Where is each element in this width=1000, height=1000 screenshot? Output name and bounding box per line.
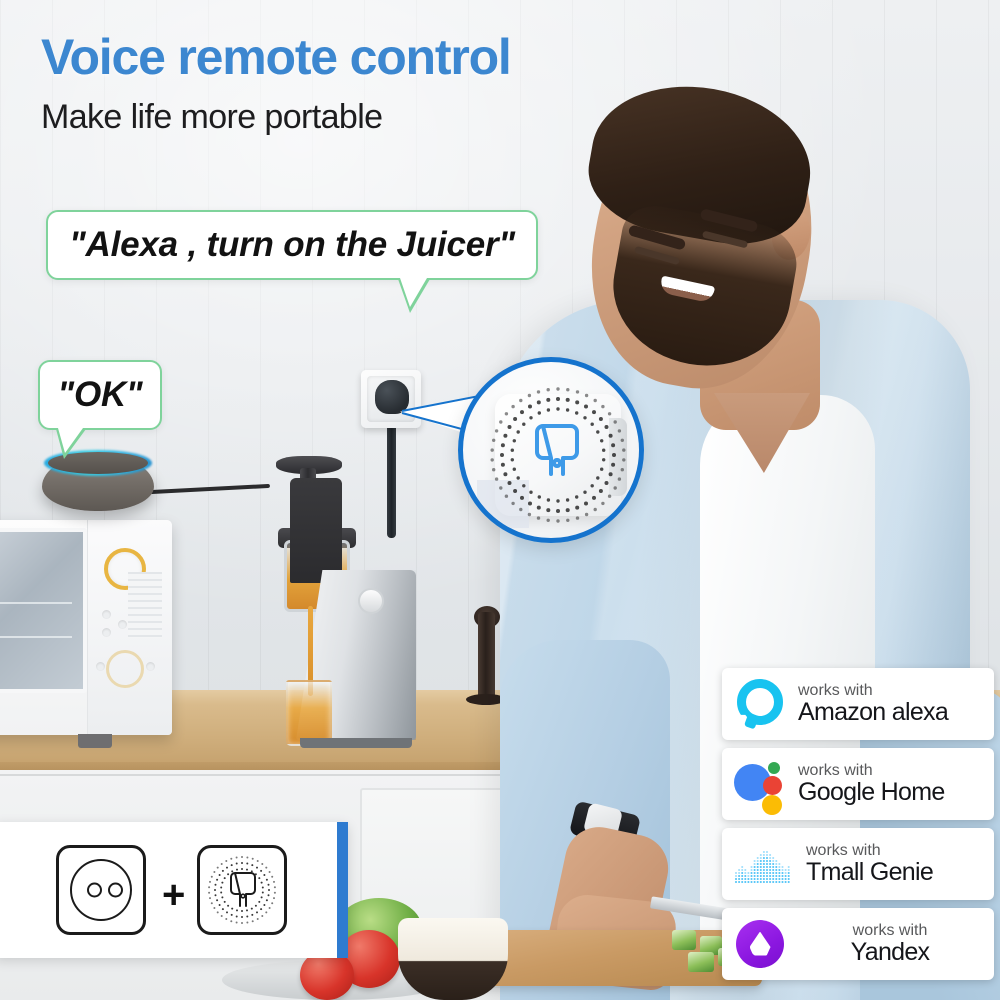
bowl [398, 918, 508, 1000]
badge-text: works with Amazon alexa [798, 681, 949, 727]
speech-bubble-response-tail-fill [58, 428, 83, 453]
google-assistant-logo-icon [734, 758, 786, 815]
brand-name: Tmall Genie [806, 858, 934, 887]
cucumber-slice [672, 930, 696, 950]
oven-foot [78, 734, 112, 748]
badge-tmall-genie[interactable]: works with Tmall Genie [722, 828, 994, 900]
oven-control-panel [87, 520, 172, 735]
yandex-droplet [749, 931, 771, 956]
pepper-grinder [478, 612, 495, 700]
google-dot-red [763, 776, 782, 795]
oven-button [118, 620, 127, 629]
badge-text: works with Tmall Genie [806, 841, 934, 887]
oven-button [102, 610, 111, 619]
brand-name: Yandex [850, 938, 930, 967]
badge-text: works with Yandex [798, 922, 982, 966]
plug-outline-icon [230, 872, 256, 907]
smart-plug-module-icon [197, 845, 287, 935]
product-marketing-image: "Alexa , turn on the Juicer" "OK" Voice … [0, 0, 1000, 1000]
magnifier-callout [458, 357, 644, 543]
google-dot-yellow [762, 795, 782, 815]
works-with-label: works with [798, 681, 873, 699]
tmall-wave-dots [734, 850, 790, 884]
badge-text: works with Google Home [798, 762, 945, 806]
speech-bubble-response-text: "OK" [57, 375, 143, 414]
brand-name: Amazon alexa [798, 698, 949, 727]
alexa-logo-icon [734, 678, 786, 730]
google-dot-green [768, 762, 780, 774]
speech-bubble-response: "OK" [38, 360, 162, 430]
juice-glass [286, 680, 332, 746]
tmall-genie-logo-icon [734, 838, 794, 890]
oven-door [0, 528, 87, 693]
oven-dial-secondary [106, 650, 144, 688]
juicer-base [300, 738, 412, 748]
badge-amazon-alexa[interactable]: works with Amazon alexa [722, 668, 994, 740]
socket-pin-hole [87, 882, 102, 898]
page-title: Voice remote control [41, 29, 512, 85]
works-with-label: works with [798, 761, 873, 779]
speech-bubble-command-text: "Alexa , turn on the Juicer" [69, 225, 515, 264]
oven-button [146, 662, 155, 671]
oven-vent [128, 572, 162, 638]
speech-bubble-command-tail-fill [400, 278, 427, 307]
panel-accent-bar [337, 822, 348, 958]
badge-yandex[interactable]: works with Yandex [722, 908, 994, 980]
oven-button [96, 662, 105, 671]
compatibility-badges: works with Amazon alexa works with Googl… [722, 668, 994, 988]
badge-google-home[interactable]: works with Google Home [722, 748, 994, 820]
plug-cord [387, 410, 396, 538]
oven-rack [0, 636, 72, 638]
product-composition-panel: + [0, 822, 348, 958]
juicer-dial [358, 588, 384, 614]
speech-bubble-command: "Alexa , turn on the Juicer" [46, 210, 538, 280]
works-with-label: works with [852, 921, 928, 939]
socket-pin-hole [108, 882, 123, 898]
page-subtitle: Make life more portable [41, 98, 383, 136]
juicer-neck [290, 478, 342, 583]
plug-glyph-icon [535, 424, 579, 476]
wall-socket-icon [56, 845, 146, 935]
cucumber-slice [688, 952, 714, 972]
yandex-alice-logo-icon [734, 918, 786, 970]
oven-rack [0, 602, 72, 604]
microwave-oven [0, 520, 172, 748]
plus-sign: + [162, 873, 186, 917]
yandex-circle [736, 920, 784, 968]
oven-button [102, 628, 111, 637]
alexa-ring [737, 679, 783, 725]
works-with-label: works with [806, 841, 881, 859]
brand-name: Google Home [798, 778, 945, 807]
